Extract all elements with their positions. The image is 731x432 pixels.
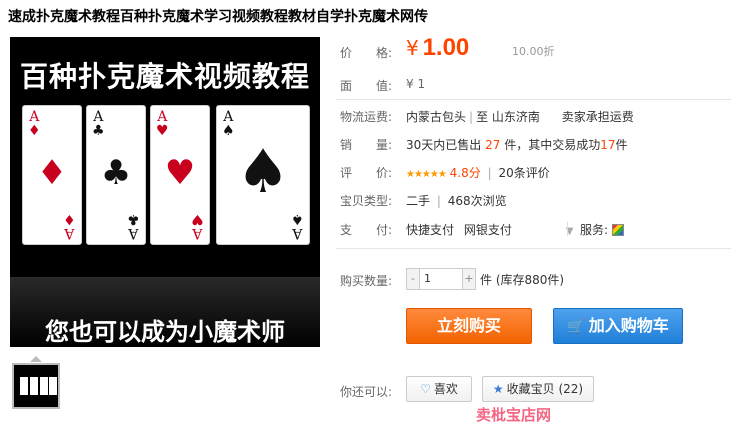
cart-icon: 🛒	[567, 319, 585, 335]
card-ace-clubs: A ♣ ♣ A ♣	[86, 105, 146, 245]
quantity-increase-button[interactable]: +	[462, 268, 476, 290]
like-button[interactable]: ♡ 喜欢	[406, 376, 472, 402]
currency-symbol: ¥	[406, 36, 419, 60]
ship-from: 内蒙古包头	[406, 110, 467, 124]
star-icon: ★	[492, 382, 504, 396]
price-label: 价 格:	[340, 46, 393, 60]
service-badge-icon[interactable]	[612, 224, 625, 236]
payment-divider	[567, 222, 568, 236]
quantity-label: 购买数量:	[340, 274, 393, 288]
item-condition: 二手	[406, 194, 431, 208]
price-value: ¥ 1.00	[406, 34, 469, 62]
sales-info: 30天内已售出 27 件，其中交易成功17件	[406, 138, 628, 152]
rating-score: 4.8分	[449, 166, 481, 180]
image-bottom-caption: 您也可以成为小魔术师	[45, 318, 285, 346]
card-ace-hearts: A ♥ ♥ A ♥	[150, 105, 210, 245]
quantity-decrease-button[interactable]: -	[406, 268, 420, 290]
watermark: 卖枇宝店网	[476, 406, 552, 424]
face-value: ¥ 1	[406, 77, 426, 91]
face-value-label: 面 值:	[340, 79, 393, 93]
card-ace-diamonds: A ♦ ♦ A ♦	[22, 105, 82, 245]
card-ace-spades: A ♠ ♠ A ♠	[216, 105, 310, 245]
thumbnail-pointer	[30, 356, 42, 362]
success-count: 17	[600, 138, 616, 152]
sold-count: 27	[485, 138, 501, 152]
shipping-info: 内蒙古包头 | 至 山东济南 卖家承担运费	[406, 110, 634, 124]
price-amount: 1.00	[422, 34, 470, 61]
view-count: 468次浏览	[447, 194, 507, 208]
discount-text: 10.00折	[512, 45, 555, 58]
payment-info: 快捷支付 网银支付 ▼	[406, 221, 573, 238]
image-top-caption: 百种扑克魔术视频教程	[19, 60, 310, 93]
product-main-image[interactable]: 百种扑克魔术视频教程 A ♦ ♦ A ♦ A ♣ ♣ A ♣ A ♥ ♥ A ♥ A ♠ ♠ …	[10, 37, 320, 347]
item-type-label: 宝贝类型:	[340, 194, 393, 208]
rating-stars-icon: ★★★★★	[406, 169, 447, 180]
payment-label: 支 付:	[340, 223, 393, 237]
item-type-info: 二手 | 468次浏览	[406, 194, 507, 208]
favorite-button[interactable]: ★ 收藏宝贝 (22)	[482, 376, 594, 402]
product-title: 速成扑克魔术教程百种扑克魔术学习视频教程教材自学扑克魔术网传	[8, 9, 428, 25]
divider	[336, 248, 731, 249]
like-label: 喜欢	[433, 382, 458, 396]
service-info: 服务:	[580, 221, 625, 238]
shipping-fee: 卖家承担运费	[561, 110, 634, 124]
ship-to-location[interactable]: 山东济南	[492, 110, 540, 124]
also-label: 你还可以:	[340, 385, 393, 399]
payment-quick: 快捷支付	[406, 223, 455, 237]
divider	[336, 99, 731, 100]
rating-info: ★★★★★ 4.8分 | 20条评价	[406, 166, 550, 180]
buy-now-button[interactable]: 立刻购买	[406, 308, 532, 344]
add-to-cart-button[interactable]: 🛒 加入购物车	[553, 308, 683, 344]
heart-icon: ♡	[420, 382, 431, 396]
quantity-stepper: - 1 + 件 (库存880件)	[406, 268, 564, 290]
sales-label: 销 量:	[340, 138, 393, 152]
stock-info: 件 (库存880件)	[480, 272, 565, 287]
review-count-link[interactable]: 20条评价	[498, 166, 549, 180]
quantity-input[interactable]: 1	[420, 268, 462, 290]
shipping-label: 物流运费:	[340, 110, 393, 124]
add-to-cart-label: 加入购物车	[588, 316, 669, 335]
rating-label: 评 价:	[340, 166, 393, 180]
payment-bank: 网银支付	[463, 223, 512, 237]
product-thumbnail[interactable]	[12, 363, 60, 409]
favorite-label: 收藏宝贝 (22)	[506, 382, 584, 396]
